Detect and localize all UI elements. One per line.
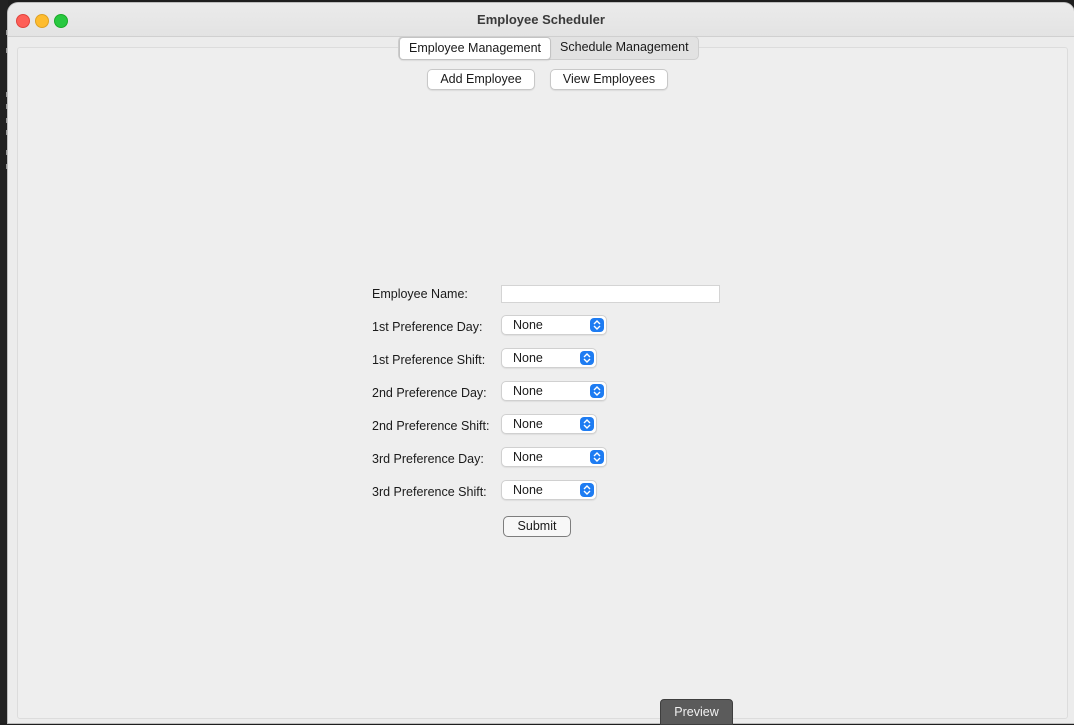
- pref3-day-label: 3rd Preference Day:: [372, 452, 484, 466]
- pref3-shift-select[interactable]: None: [501, 480, 597, 500]
- pref1-shift-label: 1st Preference Shift:: [372, 353, 486, 367]
- app-window: Employee Scheduler Employee Management S…: [8, 3, 1074, 723]
- pref2-day-select[interactable]: None: [501, 381, 607, 401]
- pref2-shift-select[interactable]: None: [501, 414, 597, 434]
- select-value: None: [513, 351, 543, 365]
- tab-strip: Employee Management Schedule Management: [398, 36, 699, 60]
- tab-employee-management[interactable]: Employee Management: [399, 37, 552, 60]
- title-bar: Employee Scheduler: [8, 3, 1074, 37]
- pref2-day-label: 2nd Preference Day:: [372, 386, 487, 400]
- chevron-updown-icon: [580, 483, 594, 497]
- select-value: None: [513, 450, 543, 464]
- submit-button[interactable]: Submit: [503, 516, 571, 537]
- select-value: None: [513, 483, 543, 497]
- chevron-updown-icon: [590, 318, 604, 332]
- chevron-updown-icon: [590, 450, 604, 464]
- tab-schedule-management[interactable]: Schedule Management: [551, 37, 698, 58]
- pref1-day-label: 1st Preference Day:: [372, 320, 483, 334]
- view-employees-button[interactable]: View Employees: [550, 69, 668, 90]
- pref1-shift-select[interactable]: None: [501, 348, 597, 368]
- chevron-updown-icon: [580, 417, 594, 431]
- pref3-shift-label: 3rd Preference Shift:: [372, 485, 487, 499]
- select-value: None: [513, 384, 543, 398]
- chevron-updown-icon: [590, 384, 604, 398]
- pref2-shift-label: 2nd Preference Shift:: [372, 419, 490, 433]
- employee-name-input[interactable]: [501, 285, 720, 303]
- select-value: None: [513, 318, 543, 332]
- pref3-day-select[interactable]: None: [501, 447, 607, 467]
- preview-button[interactable]: Preview: [660, 699, 733, 725]
- add-employee-button[interactable]: Add Employee: [427, 69, 535, 90]
- background-edge: [0, 0, 8, 723]
- pref1-day-select[interactable]: None: [501, 315, 607, 335]
- employee-name-label: Employee Name:: [372, 287, 468, 301]
- window-title: Employee Scheduler: [477, 12, 605, 27]
- select-value: None: [513, 417, 543, 431]
- chevron-updown-icon: [580, 351, 594, 365]
